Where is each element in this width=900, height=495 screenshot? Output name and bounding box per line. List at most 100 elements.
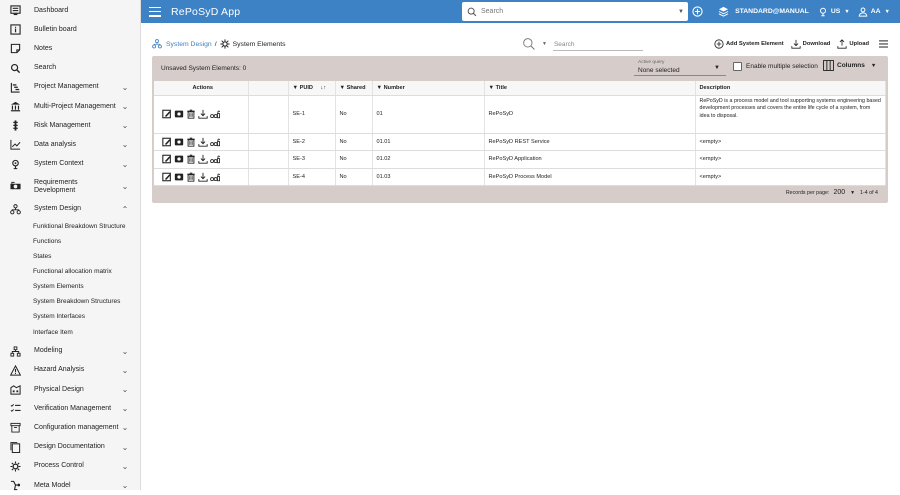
- table-row[interactable]: SE-2 No 01.01 RePoSyD REST Service <empt…: [154, 133, 886, 152]
- col-header-shared[interactable]: ▼ Shared: [335, 81, 373, 96]
- sidebar-subitem-states[interactable]: States: [0, 249, 140, 264]
- sidebar-item-design-documentation[interactable]: Design Documentation ⌄: [0, 438, 140, 457]
- chevron-down-icon[interactable]: ⌄: [120, 347, 130, 356]
- chevron-down-icon[interactable]: ⌄: [120, 423, 130, 432]
- sidebar-item-data-analysis[interactable]: Data analysis ⌄: [0, 135, 140, 154]
- sidebar-subitem-system-interfaces[interactable]: System Interfaces: [0, 309, 140, 324]
- sort-icon[interactable]: ↓↑: [321, 85, 327, 91]
- sidebar-item-dashboard[interactable]: Dashboard: [0, 1, 140, 20]
- translate-icon: [818, 7, 828, 17]
- sidebar-item-requirements-development[interactable]: Requirements Development ⌄: [0, 174, 140, 200]
- search-scope-caret-icon[interactable]: ▼: [542, 41, 547, 47]
- sidebar-subitem-functional-allocation-matrix[interactable]: Functional allocation matrix: [0, 264, 140, 279]
- delete-icon[interactable]: [186, 172, 196, 182]
- search-icon[interactable]: [522, 37, 536, 51]
- chevron-down-icon[interactable]: ⌄: [120, 462, 130, 471]
- sidebar-item-hazard-analysis[interactable]: Hazard Analysis ⌄: [0, 361, 140, 380]
- sidebar-item-meta-model[interactable]: Meta Model ⌄: [0, 476, 140, 495]
- filter-icon[interactable]: ▼: [377, 85, 383, 91]
- sidebar-item-process-control[interactable]: Process Control ⌄: [0, 457, 140, 476]
- global-search-input[interactable]: Search ▼: [462, 2, 688, 21]
- edit-icon[interactable]: [162, 137, 172, 147]
- share-icon[interactable]: [210, 137, 220, 147]
- delete-icon[interactable]: [186, 154, 196, 165]
- share-icon[interactable]: [210, 172, 220, 182]
- edit-icon[interactable]: [162, 154, 172, 164]
- user-menu[interactable]: AA ▼: [858, 7, 890, 17]
- chevron-down-icon[interactable]: ⌄: [120, 102, 130, 111]
- chevron-down-icon[interactable]: ⌄: [120, 481, 130, 490]
- download-button[interactable]: Download: [791, 39, 830, 49]
- multi-select-checkbox[interactable]: [733, 62, 742, 71]
- filter-icon[interactable]: ▼: [340, 85, 346, 91]
- upload-button[interactable]: Upload: [837, 39, 869, 49]
- sidebar-item-notes[interactable]: Notes: [0, 39, 140, 58]
- view-icon[interactable]: [174, 172, 184, 182]
- columns-button[interactable]: Columns ▼: [823, 60, 876, 71]
- sidebar-item-project-management[interactable]: Project Management ⌄: [0, 78, 140, 97]
- sidebar-item-configuration-management[interactable]: Configuration management ⌄: [0, 418, 140, 437]
- sidebar-item-risk-management[interactable]: Risk Management ⌄: [0, 116, 140, 135]
- breadcrumb-system-design[interactable]: System Design: [166, 41, 212, 48]
- page-search-input[interactable]: Search: [552, 38, 643, 51]
- share-icon[interactable]: [210, 154, 220, 164]
- active-query-select[interactable]: Active query None selected ▼: [634, 59, 726, 76]
- download-icon[interactable]: [198, 109, 208, 119]
- sidebar-subitem-interface-item[interactable]: Interface Item: [0, 325, 140, 340]
- col-header-puid[interactable]: ▼ PUID ↓↑: [288, 81, 336, 96]
- filter-icon[interactable]: ▼: [489, 85, 495, 91]
- chevron-down-icon[interactable]: ⌄: [120, 121, 130, 130]
- records-per-page-select[interactable]: 200 ▼: [833, 189, 855, 196]
- sidebar-item-system-context[interactable]: System Context ⌄: [0, 155, 140, 174]
- download-icon[interactable]: [198, 154, 208, 165]
- col-header-number[interactable]: ▼ Number: [372, 81, 485, 96]
- add-circle-icon[interactable]: [692, 6, 703, 17]
- table-row[interactable]: SE-4 No 01.03 RePoSyD Process Model <emp…: [154, 168, 886, 187]
- more-menu-icon[interactable]: [879, 40, 888, 48]
- sidebar-subitem-functions[interactable]: Functions: [0, 234, 140, 249]
- chevron-down-icon[interactable]: ⌄: [120, 366, 130, 375]
- chevron-up-icon[interactable]: ⌃: [120, 205, 130, 214]
- view-icon[interactable]: [174, 154, 184, 164]
- chevron-down-icon[interactable]: ⌄: [120, 385, 130, 394]
- sidebar-item-modeling[interactable]: Modeling ⌄: [0, 342, 140, 361]
- chevron-down-icon[interactable]: ⌄: [120, 140, 130, 149]
- mode-selector[interactable]: STANDARD@MANUAL: [718, 6, 809, 17]
- sidebar-item-multi-project-management[interactable]: Multi-Project Management ⌄: [0, 97, 140, 116]
- breadcrumb-current: System Elements: [232, 40, 286, 48]
- menu-icon[interactable]: [149, 6, 161, 17]
- download-icon[interactable]: [198, 137, 208, 147]
- filter-icon[interactable]: ▼: [293, 85, 299, 91]
- sidebar-subitem-functional-breakdown-structure[interactable]: Funktional Breakdown Structure: [0, 219, 140, 234]
- sidebar-item-system-design[interactable]: System Design ⌃: [0, 200, 140, 219]
- dropdown-caret-icon[interactable]: ▼: [678, 9, 684, 15]
- delete-icon[interactable]: [186, 137, 196, 147]
- multi-select-label: Enable multiple selection: [746, 63, 818, 70]
- table-row[interactable]: SE-1 No 01 RePoSyD RePoSyD is a process …: [154, 95, 886, 134]
- view-icon[interactable]: [174, 137, 184, 147]
- chevron-down-icon[interactable]: ⌄: [120, 83, 130, 92]
- edit-icon[interactable]: [162, 109, 172, 119]
- info-icon: [8, 23, 22, 37]
- multi-select-toggle[interactable]: Enable multiple selection: [733, 62, 818, 71]
- chevron-down-icon[interactable]: ⌄: [120, 160, 130, 169]
- sidebar-item-physical-design[interactable]: Physical Design ⌄: [0, 380, 140, 399]
- view-icon[interactable]: [174, 109, 184, 119]
- table-row[interactable]: SE-3 No 01.02 RePoSyD Application <empty…: [154, 150, 886, 169]
- sidebar-subitem-system-elements[interactable]: System Elements: [0, 279, 140, 294]
- sidebar-item-bulletin-board[interactable]: Bulletin board: [0, 20, 140, 39]
- sidebar-item-search[interactable]: Search: [0, 59, 140, 78]
- delete-icon[interactable]: [186, 109, 196, 119]
- active-query-label: Active query: [638, 60, 665, 65]
- sidebar-subitem-system-breakdown-structures[interactable]: System Breakdown Structures: [0, 294, 140, 309]
- edit-icon[interactable]: [162, 172, 172, 182]
- add-system-element-button[interactable]: Add System Element: [714, 39, 784, 49]
- chevron-down-icon[interactable]: ⌄: [120, 443, 130, 452]
- language-selector[interactable]: US ▼: [818, 7, 850, 17]
- download-icon[interactable]: [198, 172, 208, 182]
- sidebar-item-verification-management[interactable]: Verification Management ⌄: [0, 399, 140, 418]
- chevron-down-icon[interactable]: ⌄: [120, 182, 130, 191]
- share-icon[interactable]: [210, 109, 220, 119]
- chevron-down-icon[interactable]: ⌄: [120, 404, 130, 413]
- col-header-title[interactable]: ▼ Title: [484, 81, 696, 96]
